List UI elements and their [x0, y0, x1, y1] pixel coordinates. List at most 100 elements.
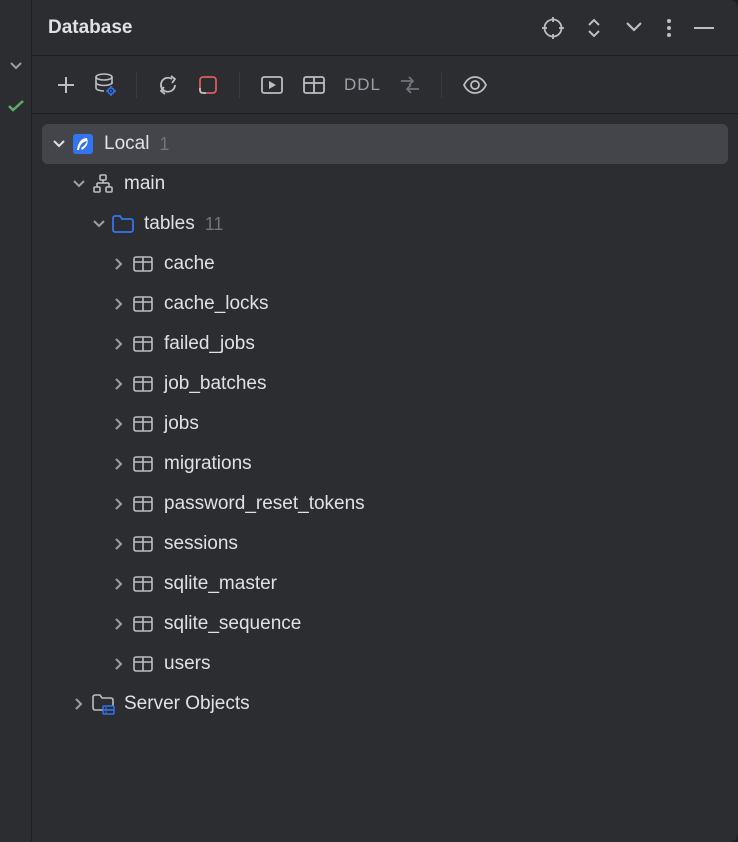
- node-label: Local: [104, 133, 149, 155]
- tree-node-table[interactable]: cache: [42, 244, 728, 284]
- add-button[interactable]: [56, 75, 76, 95]
- server-folder-icon: [90, 693, 116, 715]
- tree-node-table[interactable]: password_reset_tokens: [42, 484, 728, 524]
- table-icon: [130, 255, 156, 273]
- chevron-right-icon: [108, 537, 130, 551]
- query-console-button[interactable]: [260, 75, 284, 95]
- chevron-right-icon: [108, 297, 130, 311]
- table-icon: [130, 335, 156, 353]
- toolbar: DDL: [32, 56, 738, 114]
- tree-view: Local 1 main: [32, 114, 738, 842]
- node-label: password_reset_tokens: [164, 493, 365, 515]
- node-label: tables: [144, 213, 195, 235]
- chevron-down-icon: [48, 139, 70, 149]
- view-options-button[interactable]: [462, 76, 488, 94]
- panel-title: Database: [48, 17, 542, 39]
- chevron-down-icon: [88, 219, 110, 229]
- gutter-indicator-1[interactable]: [0, 52, 31, 80]
- play-console-icon: [260, 75, 284, 95]
- chevron-right-icon: [108, 617, 130, 631]
- tree-node-table[interactable]: migrations: [42, 444, 728, 484]
- collapse-button[interactable]: [624, 21, 644, 35]
- expand-button[interactable]: [586, 18, 602, 38]
- chevron-right-icon: [108, 337, 130, 351]
- node-label: Server Objects: [124, 693, 250, 715]
- more-vertical-icon: [666, 18, 672, 38]
- tree-node-table[interactable]: sessions: [42, 524, 728, 564]
- options-button[interactable]: [542, 17, 564, 39]
- stop-square-icon: [197, 74, 219, 96]
- table-icon: [130, 655, 156, 673]
- node-label: job_batches: [164, 373, 266, 395]
- ddl-button[interactable]: DDL: [344, 75, 381, 95]
- tree-node-table[interactable]: sqlite_sequence: [42, 604, 728, 644]
- tree-node-table[interactable]: users: [42, 644, 728, 684]
- datasource-properties-button[interactable]: [94, 73, 116, 97]
- chevron-right-icon: [68, 697, 90, 711]
- node-label: users: [164, 653, 210, 675]
- tree-node-table[interactable]: sqlite_master: [42, 564, 728, 604]
- chevron-right-icon: [108, 257, 130, 271]
- chevron-right-icon: [108, 577, 130, 591]
- gutter-indicator-2[interactable]: [0, 92, 31, 120]
- node-count: 1: [159, 134, 169, 155]
- stop-button[interactable]: [197, 74, 219, 96]
- node-label: migrations: [164, 453, 252, 475]
- tree-node-connection[interactable]: Local 1: [42, 124, 728, 164]
- folder-icon: [110, 214, 136, 234]
- chevron-down-icon: [68, 179, 90, 189]
- database-gear-icon: [94, 73, 116, 97]
- table-icon: [130, 495, 156, 513]
- schema-icon: [90, 174, 116, 194]
- eye-icon: [462, 76, 488, 94]
- header-actions: [542, 17, 714, 39]
- table-icon: [130, 415, 156, 433]
- node-count: 11: [205, 214, 224, 235]
- more-button[interactable]: [666, 18, 672, 38]
- tree-node-schema[interactable]: main: [42, 164, 728, 204]
- node-label: sqlite_master: [164, 573, 277, 595]
- plus-icon: [56, 75, 76, 95]
- chevron-right-icon: [108, 457, 130, 471]
- left-gutter: [0, 0, 32, 842]
- table-icon: [130, 295, 156, 313]
- toolbar-divider: [441, 72, 442, 98]
- check-icon: [7, 99, 25, 113]
- refresh-button[interactable]: [157, 74, 179, 96]
- node-label: failed_jobs: [164, 333, 255, 355]
- table-icon: [130, 535, 156, 553]
- arrows-right-icon: [399, 76, 421, 94]
- node-label: sessions: [164, 533, 238, 555]
- chevron-right-icon: [108, 417, 130, 431]
- chevrons-down-icon: [624, 21, 644, 35]
- node-label: cache: [164, 253, 215, 275]
- chevron-right-icon: [108, 497, 130, 511]
- minimize-icon: [694, 26, 714, 30]
- node-label: jobs: [164, 413, 199, 435]
- minimize-button[interactable]: [694, 26, 714, 30]
- node-label: cache_locks: [164, 293, 269, 315]
- toolbar-divider: [136, 72, 137, 98]
- chevron-right-icon: [108, 657, 130, 671]
- tree-node-server-objects[interactable]: Server Objects: [42, 684, 728, 724]
- toolbar-divider: [239, 72, 240, 98]
- table-view-button[interactable]: [302, 75, 326, 95]
- chevrons-vertical-icon: [586, 18, 602, 38]
- chevron-right-icon: [108, 377, 130, 391]
- tree-node-table[interactable]: job_batches: [42, 364, 728, 404]
- crosshair-icon: [542, 17, 564, 39]
- refresh-icon: [157, 74, 179, 96]
- tree-node-table[interactable]: jobs: [42, 404, 728, 444]
- table-icon: [130, 615, 156, 633]
- table-icon: [130, 375, 156, 393]
- node-label: sqlite_sequence: [164, 613, 301, 635]
- table-icon: [130, 455, 156, 473]
- navigate-button[interactable]: [399, 76, 421, 94]
- tree-node-table[interactable]: cache_locks: [42, 284, 728, 324]
- chevron-down-icon: [9, 61, 23, 71]
- tree-node-table[interactable]: failed_jobs: [42, 324, 728, 364]
- panel-header: Database: [32, 0, 738, 56]
- database-panel: Database: [32, 0, 738, 842]
- tree-node-tables-folder[interactable]: tables 11: [42, 204, 728, 244]
- feather-icon: [70, 133, 96, 155]
